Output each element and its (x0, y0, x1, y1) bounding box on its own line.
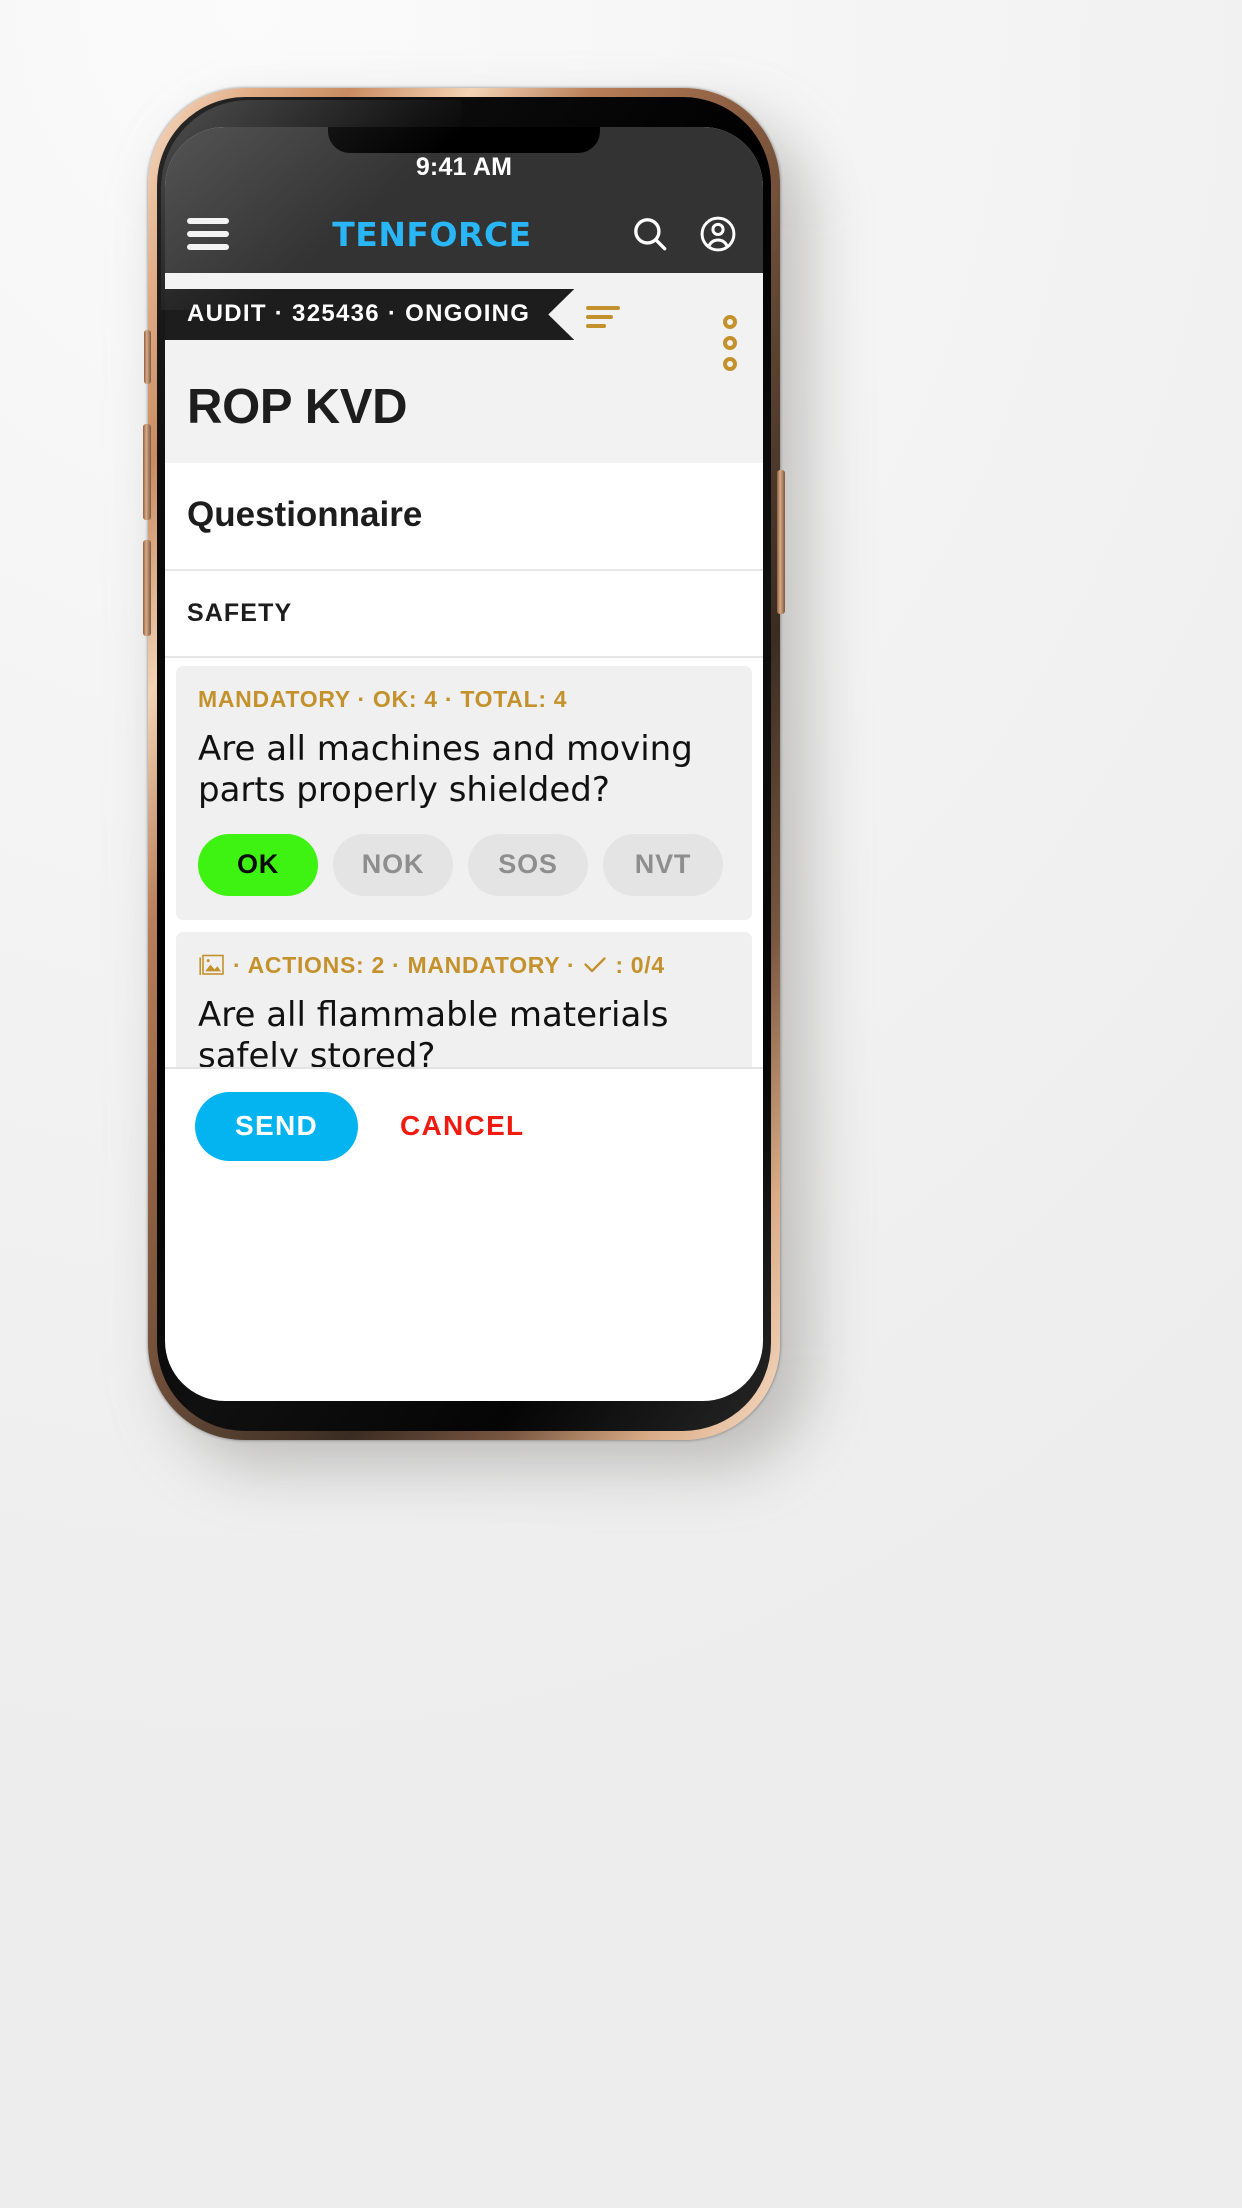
cancel-button[interactable]: CANCEL (400, 1110, 524, 1142)
answer-options: OK NOK SOS NVT (198, 833, 730, 896)
navbar-actions (629, 213, 739, 255)
question-meta-count: : 0/4 (615, 951, 665, 978)
question-card[interactable]: MANDATORY · OK: 4 · TOTAL: 4 Are all mac… (176, 666, 752, 920)
status-badge: AUDIT · 325436 · ONGOING (165, 289, 574, 340)
questionnaire-content: Questionnaire SAFETY MANDATORY · OK: 4 ·… (165, 463, 763, 1183)
section-title: Questionnaire (165, 463, 763, 571)
group-title-safety: SAFETY (165, 571, 763, 658)
volume-up-button[interactable] (143, 424, 151, 520)
more-vertical-icon[interactable] (723, 315, 737, 371)
more-dot (723, 336, 737, 350)
phone-frame: 9:41 AM TENFORCE AUDIT · 325436 · ONGOIN… (143, 88, 785, 1440)
hamburger-line (187, 218, 229, 224)
filter-line (586, 305, 621, 310)
hamburger-icon[interactable] (187, 218, 229, 250)
answer-option-ok[interactable]: OK (198, 833, 318, 896)
answer-option-nok[interactable]: NOK (333, 833, 453, 896)
check-icon (584, 957, 606, 973)
status-bar-clock: 9:41 AM (415, 153, 513, 181)
account-circle-icon[interactable] (697, 213, 739, 255)
page-title: ROP KVD (187, 380, 408, 434)
answer-option-nvt[interactable]: NVT (603, 833, 723, 896)
question-text: Are all flammable materials safely store… (198, 994, 669, 1077)
filter-lines-icon[interactable] (586, 305, 622, 328)
brand-logo: TENFORCE (332, 214, 532, 254)
phone-bezel: 9:41 AM TENFORCE AUDIT · 325436 · ONGOIN… (157, 97, 771, 1431)
question-meta: MANDATORY · OK: 4 · TOTAL: 4 (198, 686, 730, 713)
filter-line (586, 323, 607, 328)
send-button[interactable]: SEND (195, 1091, 358, 1161)
badge-group: AUDIT · 325436 · ONGOING (165, 289, 622, 340)
audit-badge-row: AUDIT · 325436 · ONGOING (165, 289, 763, 371)
hamburger-line (187, 244, 229, 250)
filter-line (586, 314, 614, 319)
question-meta-text: · ACTIONS: 2 · MANDATORY · (233, 951, 576, 978)
action-bar: SEND CANCEL (165, 1067, 763, 1183)
volume-down-button[interactable] (143, 540, 151, 636)
question-text: Are all machines and moving parts proper… (198, 729, 693, 811)
audit-header: AUDIT · 325436 · ONGOING ROP KVD (165, 273, 763, 463)
search-icon[interactable] (629, 213, 671, 255)
phone-screen: 9:41 AM TENFORCE AUDIT · 325436 · ONGOIN… (165, 127, 763, 1401)
power-button[interactable] (777, 470, 785, 614)
app-navbar: TENFORCE (165, 195, 763, 273)
status-bar: 9:41 AM (165, 127, 763, 195)
mute-switch[interactable] (144, 330, 151, 384)
question-meta: · ACTIONS: 2 · MANDATORY · : 0/4 (198, 952, 730, 979)
answer-option-sos[interactable]: SOS (468, 833, 588, 896)
more-dot (723, 315, 737, 329)
photo-icon (199, 954, 224, 975)
notch (328, 127, 600, 153)
hamburger-line (187, 231, 229, 237)
more-dot (723, 357, 737, 371)
phone-mockup: 9:41 AM TENFORCE AUDIT · 325436 · ONGOIN… (143, 88, 810, 1468)
question-meta-text: MANDATORY · OK: 4 · TOTAL: 4 (198, 686, 568, 712)
